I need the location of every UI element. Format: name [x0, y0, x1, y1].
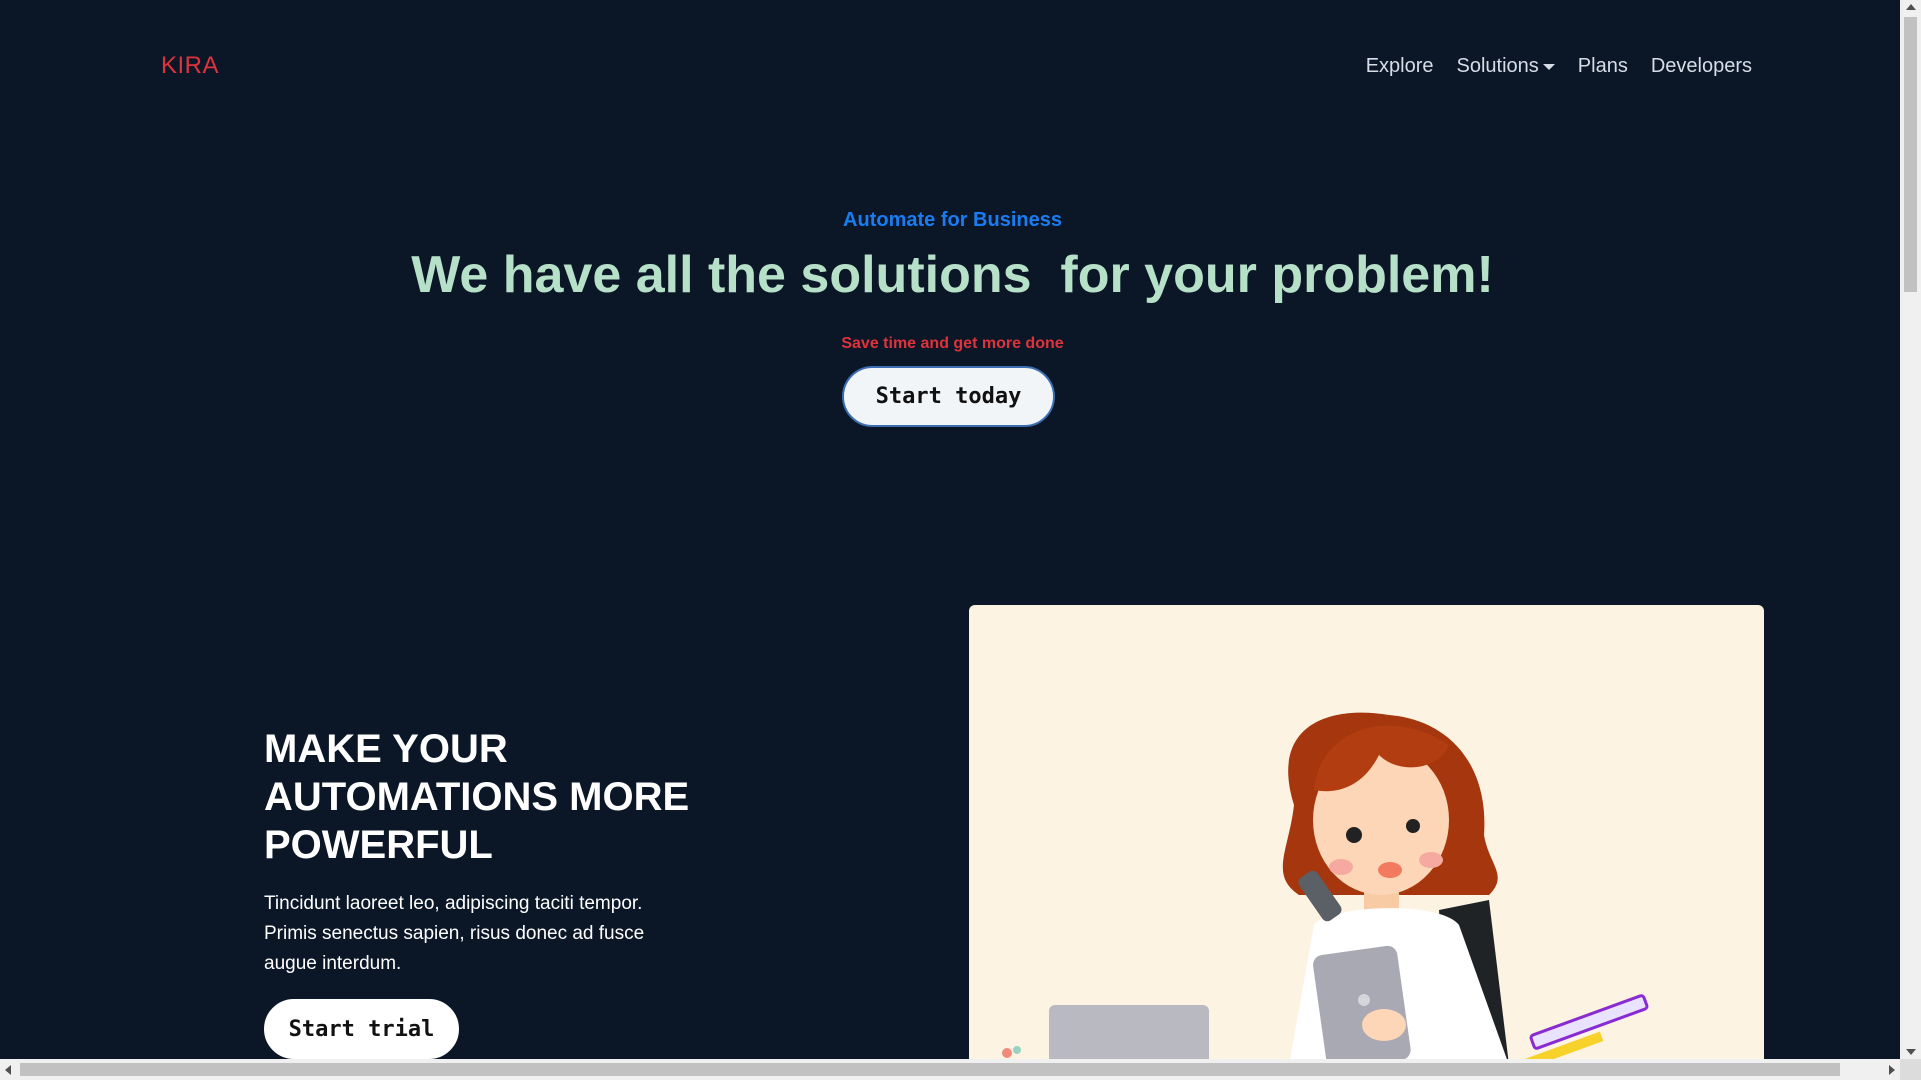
vertical-scroll-thumb[interactable]	[1904, 17, 1917, 292]
scroll-down-arrow-icon[interactable]	[1906, 1049, 1916, 1055]
nav-explore[interactable]: Explore	[1366, 55, 1434, 78]
brand-logo[interactable]: KIRA	[161, 52, 219, 80]
hero-eyebrow: Automate for Business	[843, 209, 1062, 231]
nav-solutions-dropdown[interactable]: Solutions	[1457, 55, 1555, 78]
scrollbar-corner	[1900, 1059, 1921, 1080]
horizontal-scroll-thumb[interactable]	[20, 1063, 1840, 1076]
start-trial-button[interactable]: Start trial	[264, 999, 459, 1059]
vertical-scrollbar[interactable]	[1900, 0, 1921, 1059]
hero-tagline: Save time and get more done	[841, 335, 1064, 352]
nav-developers[interactable]: Developers	[1651, 55, 1752, 78]
page-viewport: KIRA Explore Solutions Plans Developers …	[0, 0, 1900, 1059]
woman-on-phone-illustration	[1002, 712, 1649, 1059]
hero-illustration	[969, 605, 1764, 1059]
nav-plans[interactable]: Plans	[1578, 55, 1628, 78]
feature-description: Tincidunt laoreet leo, adipiscing taciti…	[264, 893, 645, 974]
hero-headline: We have all the solutions for your probl…	[411, 246, 1494, 304]
feature-title: MAKE YOUR AUTOMATIONS MORE POWERFUL	[264, 727, 690, 867]
top-nav: Explore Solutions Plans Developers	[1366, 55, 1752, 78]
scroll-right-arrow-icon[interactable]	[1889, 1065, 1895, 1075]
scroll-left-arrow-icon[interactable]	[5, 1065, 11, 1075]
nav-solutions-label: Solutions	[1456, 55, 1539, 77]
horizontal-scrollbar[interactable]	[0, 1059, 1900, 1080]
start-today-button[interactable]: Start today	[842, 366, 1055, 427]
caret-down-icon	[1542, 63, 1555, 70]
scroll-up-arrow-icon[interactable]	[1906, 4, 1916, 10]
